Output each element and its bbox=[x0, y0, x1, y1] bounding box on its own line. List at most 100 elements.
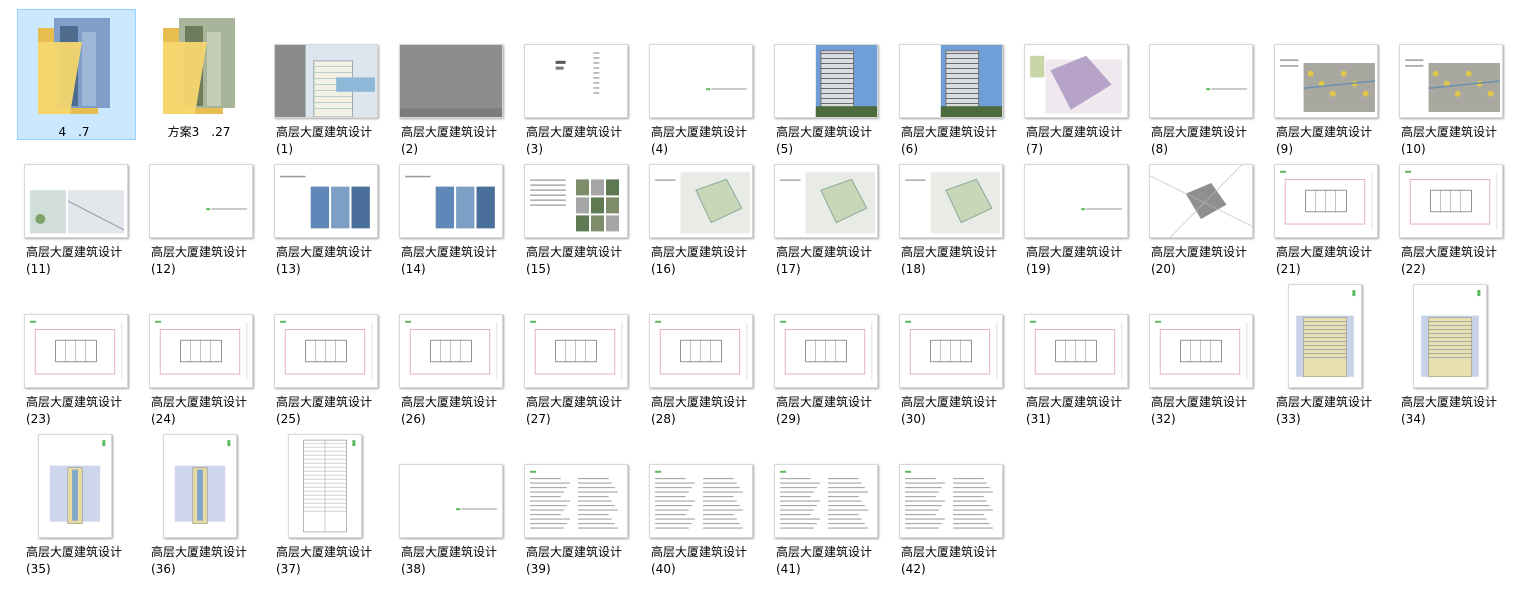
master-plan-icon bbox=[1150, 165, 1252, 237]
blank-title-icon bbox=[1081, 208, 1122, 211]
file-thumbnail[interactable] bbox=[1399, 44, 1503, 118]
folder-icon bbox=[38, 18, 110, 114]
file-name: 高层大厦建筑设计 bbox=[776, 395, 873, 409]
file-number: (10) bbox=[1401, 142, 1426, 156]
file-number: (2) bbox=[401, 142, 418, 156]
file-name: 高层大厦建筑设计 bbox=[1276, 395, 1373, 409]
file-label: 高层大厦建筑设计 (23) bbox=[26, 394, 151, 428]
file-thumbnail[interactable] bbox=[899, 164, 1003, 238]
blank-title-icon bbox=[706, 88, 747, 91]
file-number: (5) bbox=[776, 142, 793, 156]
file-number: (30) bbox=[901, 412, 926, 426]
file-thumbnail[interactable] bbox=[274, 44, 378, 118]
file-thumbnail[interactable] bbox=[163, 434, 237, 538]
file-thumbnail[interactable] bbox=[649, 314, 753, 388]
file-number: (15) bbox=[526, 262, 551, 276]
file-thumbnail[interactable] bbox=[288, 434, 362, 538]
file-label: 高层大厦建筑设计 (15) bbox=[526, 244, 651, 278]
file-thumbnail[interactable] bbox=[899, 44, 1003, 118]
file-thumbnail[interactable] bbox=[649, 464, 753, 538]
file-thumbnail[interactable] bbox=[1024, 314, 1128, 388]
file-label: 高层大厦建筑设计 (41) bbox=[776, 544, 901, 578]
file-thumbnail[interactable] bbox=[899, 314, 1003, 388]
file-thumbnail[interactable] bbox=[1413, 284, 1487, 388]
file-name: 高层大厦建筑设计 bbox=[151, 395, 248, 409]
folder-item[interactable]: 方案3 .27 bbox=[151, 10, 276, 140]
site-plan-icon bbox=[905, 172, 1000, 234]
file-thumbnail[interactable] bbox=[24, 314, 128, 388]
analysis-page-icon bbox=[30, 190, 125, 234]
file-label: 高层大厦建筑设计 (3) bbox=[526, 124, 651, 158]
file-label: 高层大厦建筑设计 (4) bbox=[651, 124, 776, 158]
file-thumbnail[interactable] bbox=[149, 314, 253, 388]
file-label: 高层大厦建筑设计 (25) bbox=[276, 394, 401, 428]
file-thumbnail[interactable] bbox=[1149, 164, 1253, 238]
folder-item[interactable]: 4 .7 bbox=[17, 9, 151, 140]
file-name: 高层大厦建筑设计 bbox=[651, 395, 748, 409]
file-label: 高层大厦建筑设计 (18) bbox=[901, 244, 1026, 278]
file-name: 高层大厦建筑设计 bbox=[26, 395, 123, 409]
file-thumbnail[interactable] bbox=[774, 164, 878, 238]
blank-title-icon bbox=[1206, 88, 1247, 91]
file-thumbnail[interactable] bbox=[1274, 44, 1378, 118]
file-number: (26) bbox=[401, 412, 426, 426]
file-number: (28) bbox=[651, 412, 676, 426]
file-number: (27) bbox=[526, 412, 551, 426]
file-thumbnail[interactable] bbox=[274, 314, 378, 388]
file-thumbnail[interactable] bbox=[899, 464, 1003, 538]
file-thumbnail[interactable] bbox=[1024, 164, 1128, 238]
file-number: (7) bbox=[1026, 142, 1043, 156]
file-thumbnail[interactable] bbox=[1274, 164, 1378, 238]
aerial-map-icon bbox=[1280, 59, 1376, 112]
file-name: 高层大厦建筑设计 bbox=[26, 545, 123, 559]
file-thumbnail[interactable] bbox=[399, 164, 503, 238]
file-label: 高层大厦建筑设计 (10) bbox=[1401, 124, 1515, 158]
file-number: (4) bbox=[651, 142, 668, 156]
site-plan-icon bbox=[780, 172, 875, 234]
file-label: 高层大厦建筑设计 (17) bbox=[776, 244, 901, 278]
file-name: 高层大厦建筑设计 bbox=[526, 125, 623, 139]
file-thumbnail[interactable] bbox=[774, 464, 878, 538]
file-name: 高层大厦建筑设计 bbox=[901, 545, 998, 559]
file-name: 高层大厦建筑设计 bbox=[1401, 125, 1498, 139]
file-number: (33) bbox=[1276, 412, 1301, 426]
file-name: 高层大厦建筑设计 bbox=[901, 245, 998, 259]
file-name: 高层大厦建筑设计 bbox=[401, 545, 498, 559]
file-label: 高层大厦建筑设计 (33) bbox=[1276, 394, 1401, 428]
file-thumbnail[interactable] bbox=[1399, 164, 1503, 238]
text-doc-icon bbox=[905, 470, 993, 529]
file-number: (8) bbox=[1151, 142, 1168, 156]
file-label: 高层大厦建筑设计 (21) bbox=[1276, 244, 1401, 278]
file-name: 高层大厦建筑设计 bbox=[526, 245, 623, 259]
file-thumbnail[interactable] bbox=[38, 434, 112, 538]
file-thumbnail[interactable] bbox=[399, 314, 503, 388]
file-thumbnail[interactable] bbox=[524, 164, 628, 238]
photo-grid-icon bbox=[530, 179, 619, 232]
file-thumbnail[interactable] bbox=[1024, 44, 1128, 118]
file-thumbnail[interactable] bbox=[524, 44, 628, 118]
file-name: 高层大厦建筑设计 bbox=[1151, 245, 1248, 259]
file-label: 高层大厦建筑设计 (12) bbox=[151, 244, 276, 278]
file-label: 高层大厦建筑设计 (40) bbox=[651, 544, 776, 578]
floor-plan-icon bbox=[405, 320, 498, 380]
file-label: 高层大厦建筑设计 (1) bbox=[276, 124, 401, 158]
file-thumbnail[interactable] bbox=[524, 314, 628, 388]
tower-photo-icon bbox=[940, 45, 1002, 117]
reference-photos-icon bbox=[405, 175, 495, 229]
file-thumbnail[interactable] bbox=[1149, 44, 1253, 118]
file-thumbnail[interactable] bbox=[149, 164, 253, 238]
file-thumbnail[interactable] bbox=[399, 44, 503, 118]
file-thumbnail[interactable] bbox=[24, 164, 128, 238]
file-thumbnail[interactable] bbox=[399, 464, 503, 538]
file-name: 高层大厦建筑设计 bbox=[901, 125, 998, 139]
file-thumbnail[interactable] bbox=[524, 464, 628, 538]
file-label: 高层大厦建筑设计 (26) bbox=[401, 394, 526, 428]
file-thumbnail[interactable] bbox=[649, 44, 753, 118]
file-thumbnail[interactable] bbox=[1149, 314, 1253, 388]
file-thumbnail[interactable] bbox=[274, 164, 378, 238]
file-thumbnail[interactable] bbox=[774, 314, 878, 388]
file-thumbnail[interactable] bbox=[1288, 284, 1362, 388]
file-label: 高层大厦建筑设计 (9) bbox=[1276, 124, 1401, 158]
file-thumbnail[interactable] bbox=[774, 44, 878, 118]
file-thumbnail[interactable] bbox=[649, 164, 753, 238]
